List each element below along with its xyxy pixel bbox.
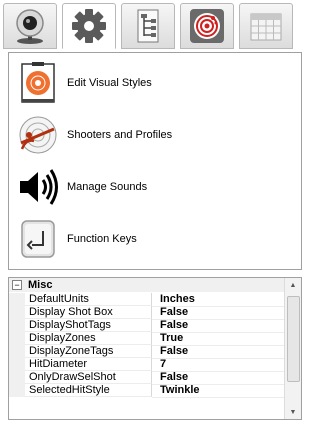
scroll-up-arrow[interactable]: ▲ xyxy=(285,278,301,292)
property-key: DefaultUnits xyxy=(25,293,152,306)
property-key: SelectedHitStyle xyxy=(25,384,152,397)
speaker-icon xyxy=(20,169,58,205)
collapse-toggle[interactable]: − xyxy=(12,280,22,290)
property-value[interactable]: False xyxy=(152,345,287,359)
webcam-icon xyxy=(16,9,44,44)
calendar-grid-icon xyxy=(250,13,282,41)
menu-item-label: Edit Visual Styles xyxy=(67,77,152,89)
target-icon xyxy=(190,9,224,43)
target-tab[interactable] xyxy=(180,3,234,49)
property-row[interactable]: DefaultUnits Inches xyxy=(9,293,287,307)
calendar-tab[interactable] xyxy=(239,3,293,49)
property-key: DisplayZones xyxy=(25,332,152,345)
property-value[interactable]: False xyxy=(152,306,287,320)
menu-item-manage-sounds[interactable]: Manage Sounds xyxy=(13,163,147,211)
webcam-tab[interactable] xyxy=(3,3,57,49)
category-header-misc[interactable]: − Misc xyxy=(9,278,287,292)
menu-item-label: Manage Sounds xyxy=(67,181,148,193)
property-value[interactable]: Inches xyxy=(152,293,287,307)
property-value[interactable]: False xyxy=(152,371,287,385)
property-row[interactable]: DisplayShotTags False xyxy=(9,319,287,333)
property-value[interactable]: True xyxy=(152,332,287,346)
hierarchy-icon xyxy=(137,9,159,43)
menu-item-label: Function Keys xyxy=(67,233,137,245)
shooter-profile-icon xyxy=(19,116,57,154)
property-rows: DefaultUnits Inches Display Shot Box False… xyxy=(9,293,287,398)
property-key: HitDiameter xyxy=(25,358,152,371)
category-title: Misc xyxy=(28,279,53,291)
target-style-icon xyxy=(21,62,55,103)
menu-item-shooters-and-profiles[interactable]: Shooters and Profiles xyxy=(13,111,172,159)
menu-item-edit-visual-styles[interactable]: Edit Visual Styles xyxy=(13,59,152,107)
scroll-down-arrow[interactable]: ▼ xyxy=(285,405,301,419)
toolbar xyxy=(0,0,307,50)
property-key: Display Shot Box xyxy=(25,306,152,319)
property-value[interactable]: 7 xyxy=(152,358,287,372)
gear-icon xyxy=(72,9,106,43)
property-key: DisplayZoneTags xyxy=(25,345,152,358)
property-row[interactable]: Display Shot Box False xyxy=(9,306,287,320)
vertical-scrollbar[interactable]: ▲ ▼ xyxy=(284,278,301,419)
property-value[interactable]: False xyxy=(152,319,287,333)
property-value[interactable]: Twinkle xyxy=(152,384,287,398)
settings-tab[interactable] xyxy=(62,3,116,49)
menu-item-function-keys[interactable]: Function Keys xyxy=(13,215,137,263)
settings-menu-panel: Edit Visual Styles Shooters and Profiles… xyxy=(8,52,302,270)
property-row[interactable]: HitDiameter 7 xyxy=(9,358,287,372)
scroll-thumb[interactable] xyxy=(287,296,300,382)
property-row[interactable]: OnlyDrawSelShot False xyxy=(9,371,287,385)
property-grid: − Misc DefaultUnits Inches Display Shot B… xyxy=(8,277,302,420)
property-key: OnlyDrawSelShot xyxy=(25,371,152,384)
property-key: DisplayShotTags xyxy=(25,319,152,332)
property-row[interactable]: DisplayZoneTags False xyxy=(9,345,287,359)
enter-key-icon xyxy=(21,220,55,258)
property-row[interactable]: SelectedHitStyle Twinkle xyxy=(9,384,287,398)
menu-item-label: Shooters and Profiles xyxy=(67,129,173,141)
property-row[interactable]: DisplayZones True xyxy=(9,332,287,346)
hierarchy-tab[interactable] xyxy=(121,3,175,49)
